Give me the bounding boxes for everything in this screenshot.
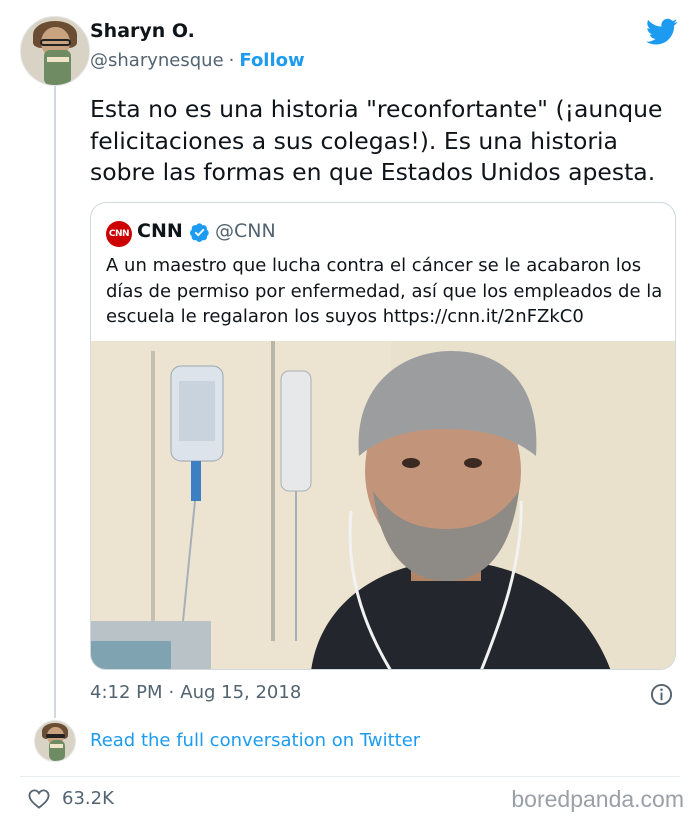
follow-button[interactable]: Follow [239, 50, 304, 71]
separator: · [228, 50, 235, 71]
cnn-logo: CNN [106, 221, 132, 247]
quoted-tweet-photo[interactable] [91, 341, 675, 669]
tweet-text: Esta no es una historia "reconfortante" … [90, 95, 663, 186]
divider [20, 776, 680, 777]
quoted-tweet-card[interactable]: CNN CNN @CNN A un maestro que lucha cont… [90, 202, 676, 670]
author-handle[interactable]: @sharynesque [90, 50, 224, 71]
read-conversation-link[interactable]: Read the full conversation on Twitter [90, 730, 420, 751]
quoted-author-handle: @CNN [215, 220, 276, 242]
tweet-time: 4:12 PM [90, 682, 163, 703]
reader-avatar [34, 720, 76, 762]
site-watermark: boredpanda.com [511, 786, 684, 812]
heart-icon[interactable] [28, 789, 50, 809]
thread-line [54, 76, 56, 718]
info-icon[interactable] [650, 683, 673, 706]
twitter-bird-icon[interactable] [646, 18, 678, 46]
quoted-tweet-text: A un maestro que lucha contra el cáncer … [106, 255, 663, 327]
separator: · [168, 682, 175, 703]
verified-badge-icon [189, 223, 209, 242]
author-handle-row: @sharynesque · Follow [90, 50, 305, 71]
tweet-timestamp[interactable]: 4:12 PM · Aug 15, 2018 [90, 682, 301, 703]
tweet-date: Aug 15, 2018 [180, 682, 302, 703]
author-avatar[interactable] [20, 16, 90, 86]
quoted-author-name: CNN [137, 220, 183, 242]
author-name[interactable]: Sharyn O. [90, 20, 195, 42]
like-count: 63.2K [62, 788, 114, 809]
